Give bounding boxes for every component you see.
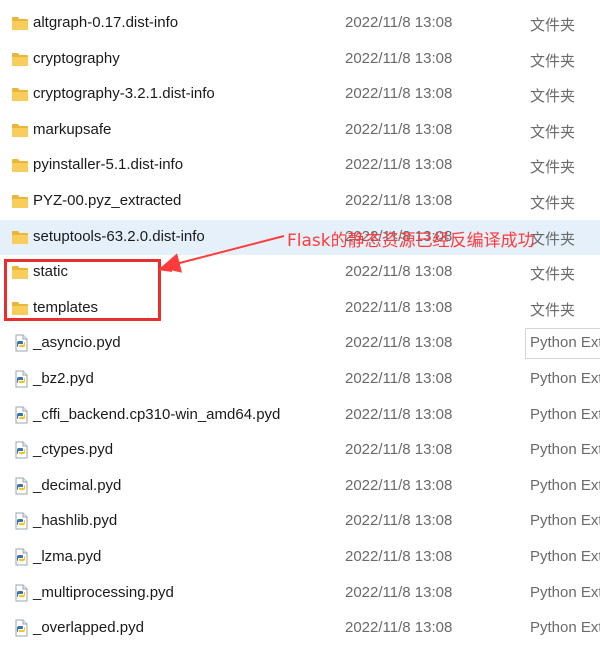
file-type: Python Ext — [525, 328, 600, 360]
file-row[interactable]: markupsafe 2022/11/8 13:08 文件夹 — [0, 113, 600, 149]
file-type: 文件夹 — [530, 301, 576, 319]
folder-icon — [11, 51, 29, 67]
file-row[interactable]: static 2022/11/8 13:08 文件夹 — [0, 255, 600, 291]
file-type: Python Ext — [530, 547, 600, 565]
file-name: pyinstaller-5.1.dist-info — [33, 156, 184, 174]
file-type: Python Ext — [530, 512, 600, 530]
file-type: 文件夹 — [530, 88, 576, 106]
file-row[interactable]: _asyncio.pyd 2022/11/8 13:08 Python Ext — [0, 326, 600, 362]
file-name: _overlapped.pyd — [33, 619, 144, 637]
file-type: 文件夹 — [530, 159, 576, 177]
file-date-modified: 2022/11/8 13:08 — [345, 298, 453, 316]
file-name: _cffi_backend.cp310-win_amd64.pyd — [33, 405, 281, 423]
folder-icon — [11, 264, 29, 280]
file-name: cryptography-3.2.1.dist-info — [33, 85, 215, 103]
file-date-modified: 2022/11/8 13:08 — [345, 156, 453, 174]
file-type: Python Ext — [530, 441, 600, 459]
python-file-icon — [12, 584, 30, 601]
file-date-modified: 2022/11/8 13:08 — [345, 583, 453, 601]
file-date-modified: 2022/11/8 13:08 — [345, 14, 453, 31]
file-name: _decimal.pyd — [33, 476, 122, 494]
file-date-modified: 2022/11/8 13:08 — [345, 191, 453, 209]
file-name: templates — [33, 298, 99, 316]
file-date-modified: 2022/11/8 13:08 — [345, 120, 453, 138]
file-row[interactable]: _cffi_backend.cp310-win_amd64.pyd 2022/11… — [0, 398, 600, 434]
python-file-icon — [12, 370, 30, 388]
file-type: 文件夹 — [530, 52, 576, 70]
file-name: _bz2.pyd — [33, 369, 94, 387]
file-date-modified: 2022/11/8 13:08 — [345, 547, 453, 565]
file-row[interactable]: _ctypes.pyd 2022/11/8 13:08 Python Ext — [0, 433, 600, 469]
file-type: Python Ext — [530, 369, 600, 387]
folder-icon — [11, 229, 29, 245]
folder-icon — [11, 122, 29, 138]
python-file-icon — [12, 477, 30, 495]
file-list: altgraph-0.17.dist-info 2022/11/8 13:08 文件… — [0, 6, 600, 647]
folder-icon — [11, 86, 29, 102]
file-type: Python Ext — [530, 583, 600, 601]
file-type: 文件夹 — [530, 230, 576, 248]
file-row[interactable]: _hashlib.pyd 2022/11/8 13:08 Python Ext — [0, 504, 600, 540]
file-type: 文件夹 — [530, 17, 576, 34]
file-name: cryptography — [33, 49, 120, 67]
file-row[interactable]: setuptools-63.2.0.dist-info 2022/11/8 13:… — [0, 219, 600, 256]
file-date-modified: 2022/11/8 13:08 — [345, 512, 453, 530]
file-type: Python Ext — [530, 619, 600, 637]
file-type: 文件夹 — [530, 194, 576, 212]
file-date-modified: 2022/11/8 13:08 — [345, 441, 453, 459]
python-file-icon — [12, 406, 30, 424]
file-date-modified: 2022/11/8 13:08 — [345, 334, 453, 352]
file-row[interactable]: cryptography 2022/11/8 13:08 文件夹 — [0, 42, 600, 78]
file-row[interactable]: _bz2.pyd 2022/11/8 13:08 Python Ext — [0, 362, 600, 398]
folder-icon — [11, 193, 29, 209]
file-type: 文件夹 — [530, 123, 576, 141]
file-name: altgraph-0.17.dist-info — [33, 14, 179, 31]
file-type: Python Ext — [530, 476, 600, 494]
file-name: _lzma.pyd — [33, 547, 102, 565]
python-file-icon — [12, 619, 30, 637]
file-row[interactable]: pyinstaller-5.1.dist-info 2022/11/8 13:08… — [0, 148, 600, 184]
file-row[interactable]: _multiprocessing.pyd 2022/11/8 13:08 Pytho… — [0, 576, 600, 612]
file-name: setuptools-63.2.0.dist-info — [33, 227, 205, 245]
file-date-modified: 2022/11/8 13:08 — [345, 49, 453, 67]
python-file-icon — [12, 548, 30, 566]
file-row[interactable]: altgraph-0.17.dist-info 2022/11/8 13:08 文件… — [0, 6, 600, 42]
file-name: PYZ-00.pyz_extracted — [33, 191, 182, 209]
file-row[interactable]: templates 2022/11/8 13:08 文件夹 — [0, 291, 600, 327]
file-date-modified: 2022/11/8 13:08 — [345, 619, 453, 637]
file-date-modified: 2022/11/8 13:08 — [345, 85, 453, 103]
file-date-modified: 2022/11/8 13:08 — [345, 369, 453, 387]
folder-icon — [11, 15, 29, 31]
file-name: _hashlib.pyd — [33, 512, 118, 530]
file-type: 文件夹 — [530, 266, 576, 284]
folder-icon — [11, 157, 29, 173]
file-name: _asyncio.pyd — [33, 334, 121, 352]
python-file-icon — [12, 512, 30, 530]
file-name: static — [33, 263, 69, 281]
file-type: Python Ext — [530, 405, 600, 423]
file-date-modified: 2022/11/8 13:08 — [345, 476, 453, 494]
file-date-modified: 2022/11/8 13:08 — [345, 405, 453, 423]
file-name: _ctypes.pyd — [33, 441, 114, 459]
folder-icon — [11, 300, 29, 316]
file-row[interactable]: _lzma.pyd 2022/11/8 13:08 Python Ext — [0, 540, 600, 576]
python-file-icon — [12, 441, 30, 459]
file-row[interactable]: cryptography-3.2.1.dist-info 2022/11/8 13… — [0, 77, 600, 113]
file-date-modified: 2022/11/8 13:08 — [345, 263, 453, 281]
file-row[interactable]: _overlapped.pyd 2022/11/8 13:08 Python Ext — [0, 611, 600, 647]
file-row[interactable]: _decimal.pyd 2022/11/8 13:08 Python Ext — [0, 469, 600, 505]
python-file-icon — [12, 334, 30, 352]
file-name: markupsafe — [33, 120, 112, 138]
file-name: _multiprocessing.pyd — [33, 583, 174, 601]
file-date-modified: 2022/11/8 13:08 — [345, 227, 453, 245]
file-row[interactable]: PYZ-00.pyz_extracted 2022/11/8 13:08 文件夹 — [0, 184, 600, 220]
